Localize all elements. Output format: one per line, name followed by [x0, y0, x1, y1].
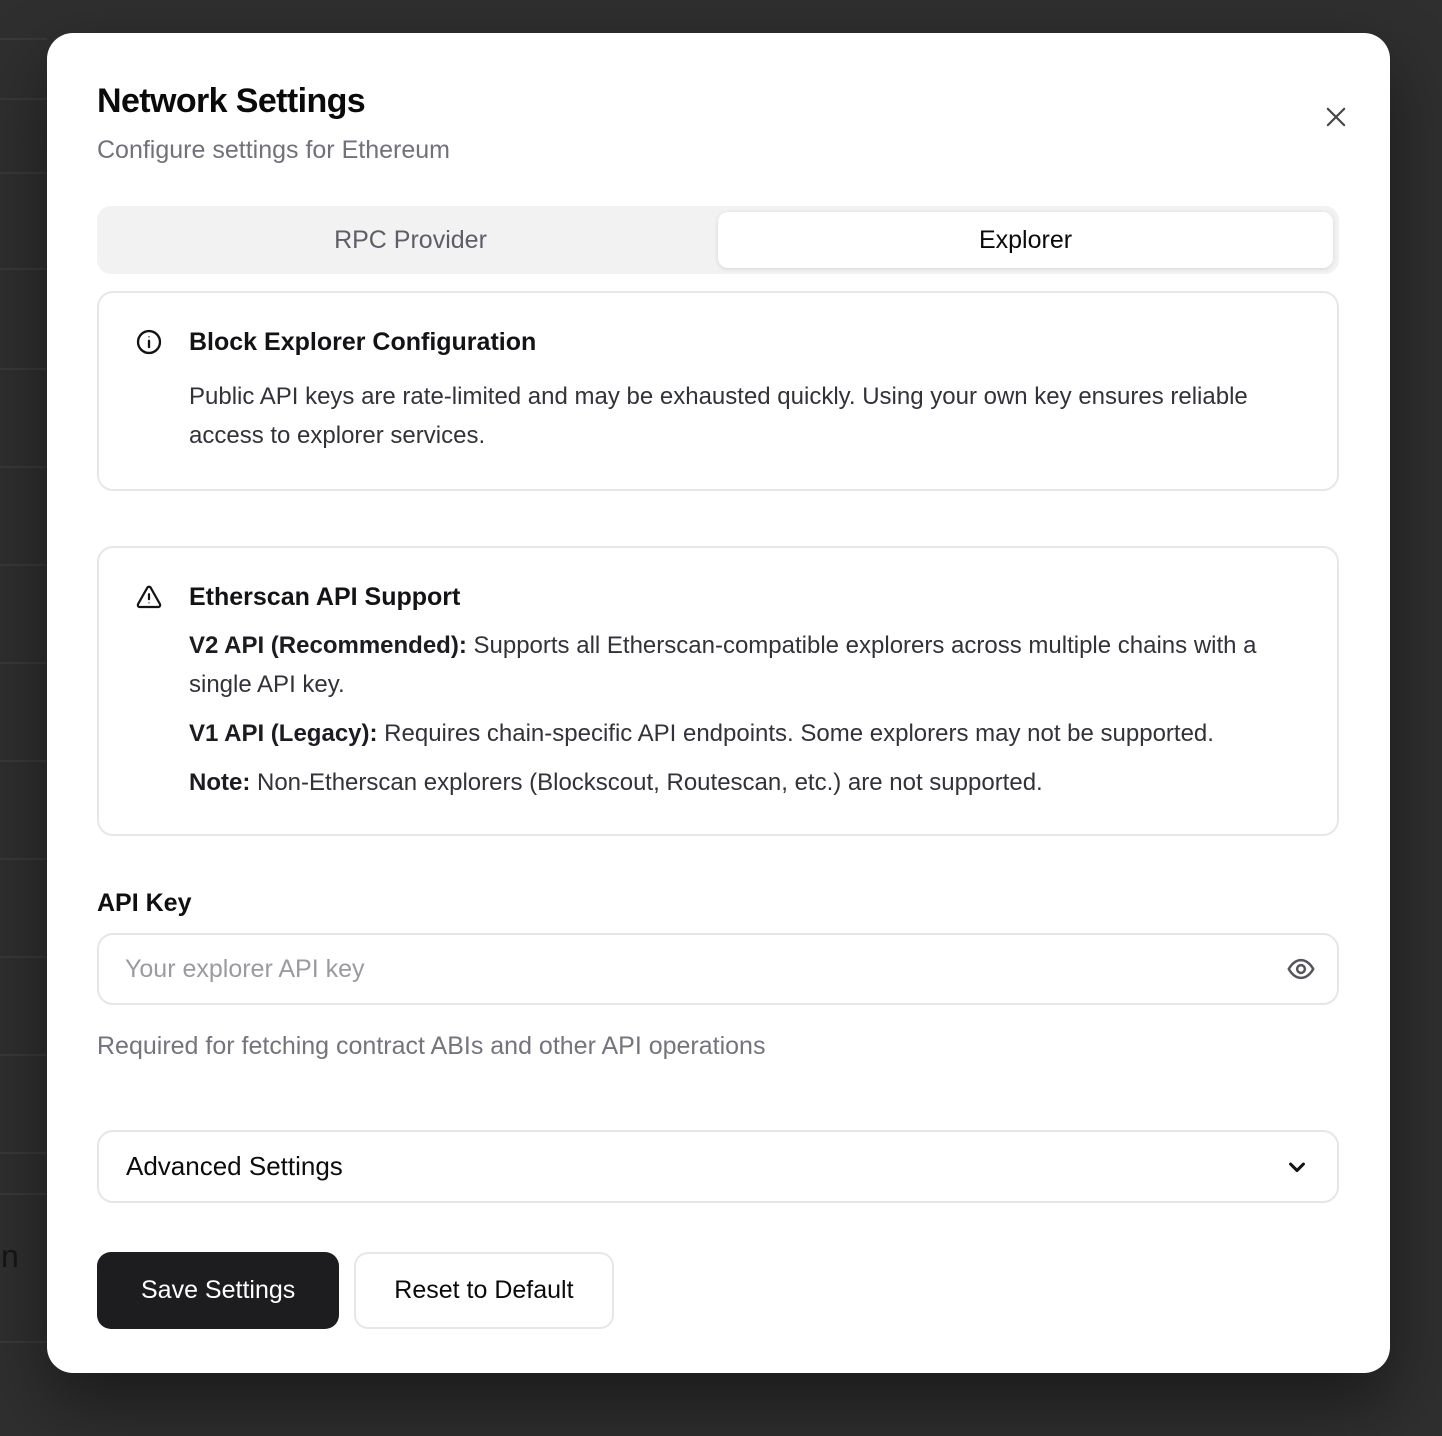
- dialog-subtitle: Configure settings for Ethereum: [97, 135, 1339, 165]
- background-row-divider: [0, 662, 47, 664]
- warning-item-note-text: Non-Etherscan explorers (Blockscout, Rou…: [250, 769, 1042, 796]
- tab-list: RPC Provider Explorer: [97, 206, 1339, 274]
- close-icon: [1321, 102, 1351, 132]
- info-card-title: Block Explorer Configuration: [189, 327, 536, 357]
- background-row-divider: [0, 98, 47, 100]
- tab-explorer[interactable]: Explorer: [718, 212, 1333, 268]
- save-settings-button[interactable]: Save Settings: [97, 1252, 339, 1329]
- dialog-title: Network Settings: [97, 81, 1339, 121]
- eye-icon: [1286, 954, 1316, 984]
- warning-item-v2: V2 API (Recommended): Supports all Ether…: [189, 626, 1301, 704]
- chevron-down-icon: [1283, 1153, 1311, 1181]
- warning-item-v2-label: V2 API (Recommended):: [189, 632, 467, 659]
- dialog-footer: Save Settings Reset to Default: [97, 1252, 1339, 1329]
- warning-item-v1-text: Requires chain-specific API endpoints. S…: [378, 720, 1214, 747]
- background-row-divider: [0, 956, 47, 958]
- advanced-settings-label: Advanced Settings: [126, 1151, 343, 1182]
- background-row-divider: [0, 466, 47, 468]
- background-row-divider: [0, 564, 47, 566]
- network-settings-dialog: Network Settings Configure settings for …: [47, 33, 1390, 1373]
- warning-item-v1: V1 API (Legacy): Requires chain-specific…: [189, 714, 1301, 753]
- warning-item-v1-label: V1 API (Legacy):: [189, 720, 378, 747]
- background-row-divider: [0, 1152, 47, 1154]
- api-key-label: API Key: [97, 888, 1339, 918]
- tab-rpc-provider[interactable]: RPC Provider: [103, 212, 718, 268]
- warning-card-body: V2 API (Recommended): Supports all Ether…: [189, 626, 1301, 802]
- info-icon: [135, 328, 163, 356]
- background-row-divider: [0, 858, 47, 860]
- toggle-key-visibility-button[interactable]: [1279, 947, 1323, 991]
- warning-card: Etherscan API Support V2 API (Recommende…: [97, 546, 1339, 836]
- api-key-helper-text: Required for fetching contract ABIs and …: [97, 1031, 1339, 1061]
- warning-item-note-label: Note:: [189, 769, 250, 796]
- warning-card-title: Etherscan API Support: [189, 582, 460, 612]
- info-card-text: Public API keys are rate-limited and may…: [189, 377, 1301, 455]
- api-key-input[interactable]: [97, 933, 1339, 1005]
- background-row-divider: [0, 1054, 47, 1056]
- background-row-divider: [0, 38, 47, 40]
- advanced-settings-toggle[interactable]: Advanced Settings: [97, 1130, 1339, 1203]
- warning-item-note: Note: Non-Etherscan explorers (Blockscou…: [189, 763, 1301, 802]
- background-row-divider: [0, 1193, 47, 1195]
- background-row-divider: [0, 268, 47, 270]
- background-row-divider: [0, 172, 47, 174]
- background-clipped-text: n: [1, 1240, 19, 1272]
- warning-icon: [135, 583, 163, 611]
- info-card: Block Explorer Configuration Public API …: [97, 291, 1339, 491]
- background-row-divider: [0, 1341, 47, 1343]
- info-card-body: Public API keys are rate-limited and may…: [189, 377, 1301, 455]
- background-row-divider: [0, 760, 47, 762]
- warning-card-header: Etherscan API Support: [135, 582, 1301, 612]
- api-key-input-wrap: [97, 933, 1339, 1005]
- info-card-header: Block Explorer Configuration: [135, 327, 1301, 357]
- reset-to-default-button[interactable]: Reset to Default: [354, 1252, 613, 1329]
- close-button[interactable]: [1318, 99, 1354, 135]
- background-table-strip: n: [0, 0, 47, 1436]
- background-row-divider: [0, 368, 47, 370]
